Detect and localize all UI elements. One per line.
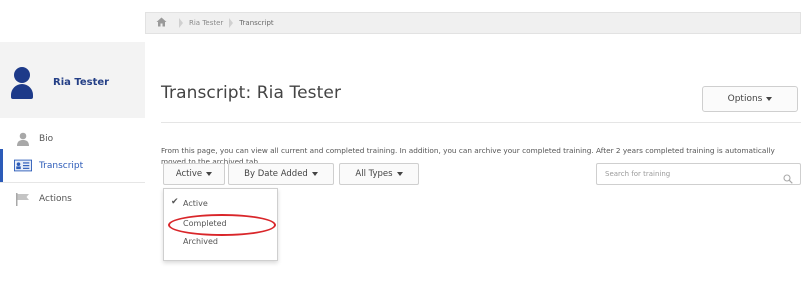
breadcrumb-item-current: Transcript (239, 19, 274, 27)
options-button-label: Options (727, 94, 763, 104)
chevron-down-icon (396, 172, 403, 176)
dropdown-item-label: Completed (183, 218, 227, 228)
avatar (11, 67, 33, 101)
type-filter-button[interactable]: All Types (339, 163, 419, 185)
type-filter-label: All Types (355, 169, 393, 179)
sidebar-item-actions[interactable]: Actions (0, 182, 145, 216)
options-button[interactable]: Options (702, 86, 798, 112)
breadcrumb-separator-icon (229, 18, 234, 28)
transcript-icon (14, 159, 32, 172)
sort-filter-button[interactable]: By Date Added (228, 163, 334, 185)
chevron-down-icon (206, 172, 213, 176)
checkmark-icon: ✔ (171, 197, 179, 207)
chevron-down-icon (311, 172, 318, 176)
status-dropdown-menu: ✔ Active Completed Archived (163, 188, 278, 261)
dropdown-item-archived[interactable]: Archived (164, 233, 277, 249)
breadcrumb-separator-icon (179, 18, 183, 28)
page-title: Transcript: Ria Tester (161, 83, 342, 103)
dropdown-item-completed[interactable]: Completed (164, 215, 277, 231)
sidebar-item-label: Bio (39, 134, 54, 144)
status-filter-button[interactable]: Active (163, 163, 225, 185)
title-divider (161, 122, 801, 123)
dropdown-item-label: Active (183, 198, 208, 208)
search-icon[interactable] (783, 169, 793, 184)
sidebar-item-label: Transcript (39, 160, 84, 171)
dropdown-item-label: Archived (183, 236, 219, 246)
status-filter-label: Active (175, 169, 203, 179)
search-input[interactable] (596, 163, 801, 185)
dropdown-item-active[interactable]: ✔ Active (164, 195, 277, 211)
profile-name[interactable]: Ria Tester (53, 77, 109, 88)
sidebar-item-label: Actions (39, 194, 72, 204)
sidebar-item-transcript[interactable]: Transcript (0, 149, 145, 182)
person-icon (14, 132, 32, 146)
chevron-down-icon (766, 97, 773, 101)
sort-filter-label: By Date Added (244, 169, 308, 179)
profile-header: Ria Tester (0, 42, 145, 118)
flag-icon (14, 192, 32, 206)
breadcrumb-item-user[interactable]: Ria Tester (189, 19, 223, 27)
home-icon[interactable] (156, 17, 167, 29)
sidebar: Ria Tester Bio Transcript Actions (0, 42, 145, 289)
breadcrumb: Ria Tester Transcript (145, 12, 801, 34)
